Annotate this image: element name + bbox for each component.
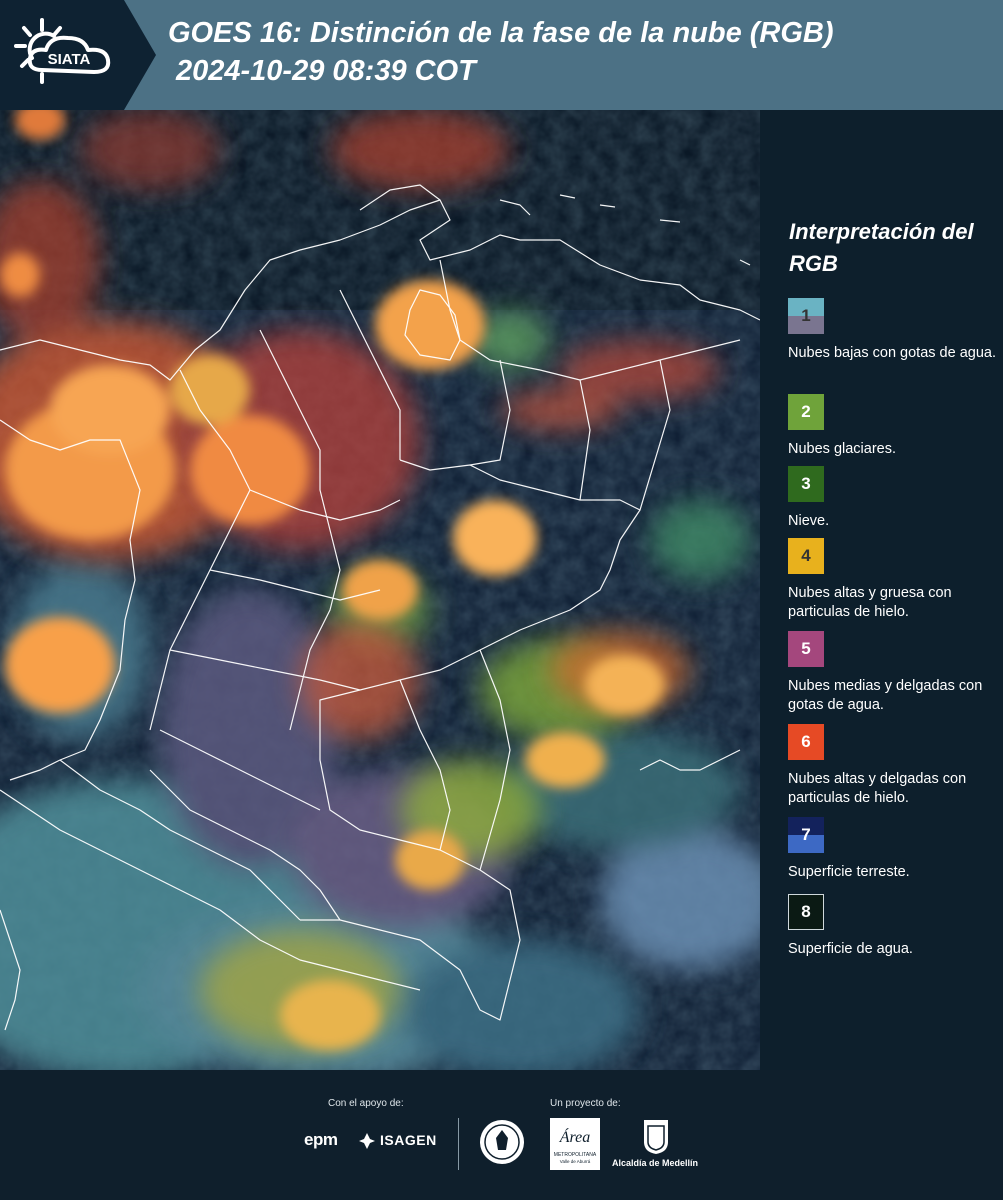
legend-swatch-7: 7: [788, 817, 824, 853]
legend-swatch-4: 4: [788, 538, 824, 574]
satellite-map[interactable]: [0, 110, 760, 1070]
legend-swatch-5: 5: [788, 631, 824, 667]
legend-label-1: Nubes bajas con gotas de agua.: [788, 345, 996, 361]
legend-label-5: Nubes medias y delgadas con gotas de agu…: [788, 678, 983, 713]
legend-label-8: Superficie de agua.: [788, 941, 913, 957]
legend-swatch-8: 8: [788, 894, 824, 930]
isagen-logo: ISAGEN: [380, 1132, 437, 1148]
legend-item-3: 3 Nieve.: [788, 466, 998, 531]
sun-icon: SIATA: [14, 18, 111, 84]
legend-item-8: 8 Superficie de agua.: [788, 894, 998, 959]
svg-text:METROPOLITANA: METROPOLITANA: [554, 1152, 597, 1158]
legend-item-4: 4 Nubes altas y gruesa con particulas de…: [788, 538, 998, 622]
legend-swatch-3: 3: [788, 466, 824, 502]
legend-item-2: 2 Nubes glaciares.: [788, 394, 998, 459]
svg-text:Área: Área: [559, 1127, 591, 1146]
support-label: Con el apoyo de:: [328, 1098, 404, 1109]
legend-swatch-2: 2: [788, 394, 824, 430]
header-bar: SIATA GOES 16: Distinción de la fase de …: [0, 0, 1003, 110]
project-label: Un proyecto de:: [550, 1098, 621, 1109]
legend-item-1: 1 Nubes bajas con gotas de agua.: [788, 298, 998, 363]
footer: Con el apoyo de: Un proyecto de: epm ISA…: [0, 1070, 1003, 1200]
legend-item-5: 5 Nubes medias y delgadas con gotas de a…: [788, 631, 998, 715]
legend-swatch-1: 1: [788, 298, 824, 334]
legend-title: Interpretación del RGB: [789, 219, 974, 276]
svg-text:SIATA: SIATA: [48, 51, 91, 68]
rgb-composite-image: [0, 110, 760, 1070]
title-timestamp: 2024-10-29 08:39 COT: [176, 55, 476, 87]
svg-text:Valle de Aburrá: Valle de Aburrá: [560, 1159, 591, 1164]
legend-swatch-6: 6: [788, 724, 824, 760]
page-title: GOES 16: Distinción de la fase de la nub…: [168, 14, 834, 90]
legend-item-6: 6 Nubes altas y delgadas con particulas …: [788, 724, 998, 808]
title-product: GOES 16: Distinción de la fase de la nub…: [168, 17, 834, 49]
siata-logo: SIATA: [0, 0, 124, 110]
legend-panel: Interpretación del RGB 1 Nubes bajas con…: [760, 110, 1003, 1070]
legend-label-3: Nieve.: [788, 513, 830, 529]
medellin-shield-icon: [644, 1120, 668, 1154]
legend-label-4: Nubes altas y gruesa con particulas de h…: [788, 585, 952, 620]
isagen-mark-icon: [359, 1133, 375, 1149]
logo-arrow-shape: [124, 0, 156, 110]
alcaldia-medellin-label: Alcaldía de Medellín: [612, 1158, 699, 1168]
legend-label-2: Nubes glaciares.: [788, 441, 896, 457]
university-seal-icon: [480, 1120, 524, 1164]
legend-item-7: 7 Superficie terreste.: [788, 817, 998, 882]
legend-label-7: Superficie terreste.: [788, 864, 910, 880]
legend-label-6: Nubes altas y delgadas con particulas de…: [788, 771, 967, 806]
epm-logo: epm: [304, 1130, 338, 1149]
area-metropolitana-logo-icon: Área METROPOLITANA Valle de Aburrá: [550, 1118, 600, 1170]
footer-divider: [458, 1118, 459, 1170]
